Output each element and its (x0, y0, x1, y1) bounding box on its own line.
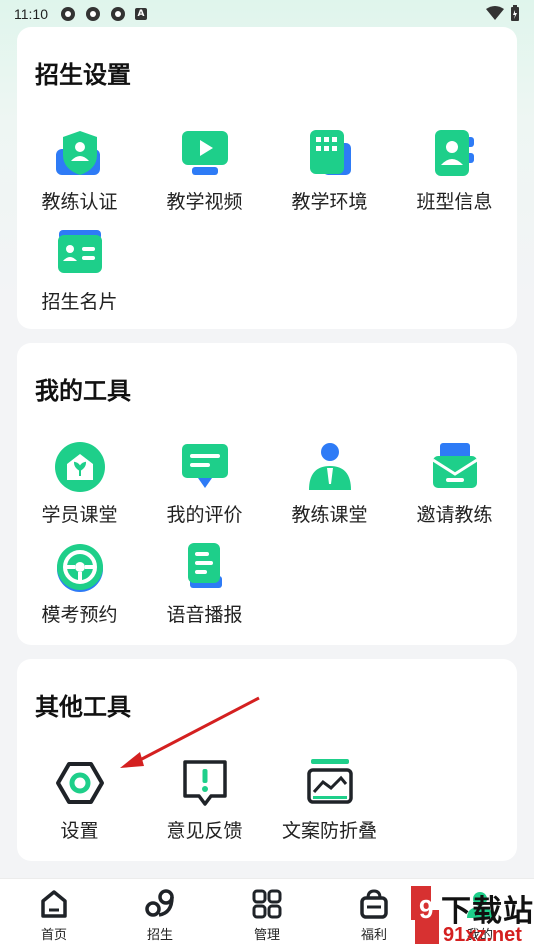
settings-hex-icon (55, 762, 104, 804)
nav-label: 首页 (40, 928, 67, 943)
invite-mail-icon (431, 443, 478, 488)
bag-icon (360, 889, 388, 919)
teaching-environment-item[interactable]: 教学环境 (267, 127, 392, 214)
svg-text:9: 9 (419, 894, 433, 924)
nav-label: 福利 (360, 928, 387, 943)
item-label: 班型信息 (416, 191, 493, 213)
item-label: 文案防折叠 (281, 820, 377, 842)
item-label: 教练课堂 (291, 504, 368, 526)
shield-user-icon (55, 131, 100, 175)
teaching-video-item[interactable]: 教学视频 (142, 127, 267, 214)
item-label: 招生名片 (41, 291, 118, 313)
recruit-icon (145, 889, 174, 917)
section-my-tools: 我的工具 学员课堂 我的评价 教练课堂 邀请教练 模考预约 语音播报 (17, 343, 517, 645)
my-reviews-item[interactable]: 我的评价 (142, 440, 267, 527)
status-time: 11:10 (14, 6, 48, 22)
student-classroom-item[interactable]: 学员课堂 (17, 440, 142, 527)
contact-card-icon (434, 130, 474, 176)
building-icon (309, 130, 351, 175)
business-card-icon (57, 230, 102, 273)
recruit-card-item[interactable]: 招生名片 (17, 227, 142, 314)
item-label: 教练认证 (41, 191, 118, 213)
nav-welfare[interactable]: 福利 (334, 887, 414, 943)
invite-coach-item[interactable]: 邀请教练 (392, 440, 517, 527)
nav-label: 管理 (253, 928, 280, 943)
nav-label: 招生 (146, 928, 173, 943)
coach-icon (308, 443, 351, 490)
nav-manage[interactable]: 管理 (227, 887, 307, 943)
status-bar: 11:10 A (0, 0, 534, 28)
section-recruit-settings: 招生设置 教练认证 教学视频 教学环境 班型信息 招生名片 (17, 27, 517, 329)
mock-exam-booking-item[interactable]: 模考预约 (17, 540, 142, 627)
app-notification-icon (60, 6, 76, 22)
steering-wheel-icon (56, 544, 103, 592)
coach-classroom-item[interactable]: 教练课堂 (267, 440, 392, 527)
feedback-item[interactable]: 意见反馈 (142, 756, 267, 843)
item-label: 模考预约 (41, 604, 118, 626)
item-label: 学员课堂 (41, 504, 118, 526)
grid-icon (252, 889, 282, 919)
voice-broadcast-item[interactable]: 语音播报 (142, 540, 267, 627)
item-label: 设置 (60, 820, 99, 842)
nav-recruit[interactable]: 招生 (120, 887, 200, 943)
app-notification-icon (110, 6, 126, 22)
coach-certification-item[interactable]: 教练认证 (17, 127, 142, 214)
watermark-url: 91xz.net (443, 924, 522, 946)
app-notification-icon (85, 6, 101, 22)
item-label: 意见反馈 (166, 820, 243, 842)
section-title: 招生设置 (35, 61, 131, 89)
home-icon (41, 890, 67, 918)
section-title: 其他工具 (35, 693, 131, 721)
nav-home[interactable]: 首页 (14, 887, 94, 943)
app-badge-icon: A (135, 8, 147, 20)
feedback-icon (182, 760, 227, 806)
class-info-item[interactable]: 班型信息 (392, 127, 517, 214)
item-label: 教学环境 (291, 191, 368, 213)
item-label: 邀请教练 (416, 504, 493, 526)
comment-icon (181, 444, 228, 488)
classroom-icon (54, 442, 105, 492)
item-label: 我的评价 (166, 504, 243, 526)
copy-anti-fold-item[interactable]: 文案防折叠 (267, 756, 392, 843)
voice-broadcast-icon (187, 543, 222, 588)
copy-unfold-icon (306, 759, 353, 804)
item-label: 教学视频 (166, 191, 243, 213)
badge-letter: A (137, 9, 145, 19)
battery-icon (510, 5, 520, 25)
wifi-icon (486, 6, 504, 24)
item-label: 语音播报 (166, 604, 243, 626)
watermark-logo: 9 下载站 91xz.net (405, 880, 534, 950)
section-other-tools: 其他工具 设置 意见反馈 文案防折叠 (17, 659, 517, 861)
section-title: 我的工具 (35, 377, 131, 405)
settings-item[interactable]: 设置 (17, 756, 142, 843)
video-play-icon (181, 131, 228, 175)
